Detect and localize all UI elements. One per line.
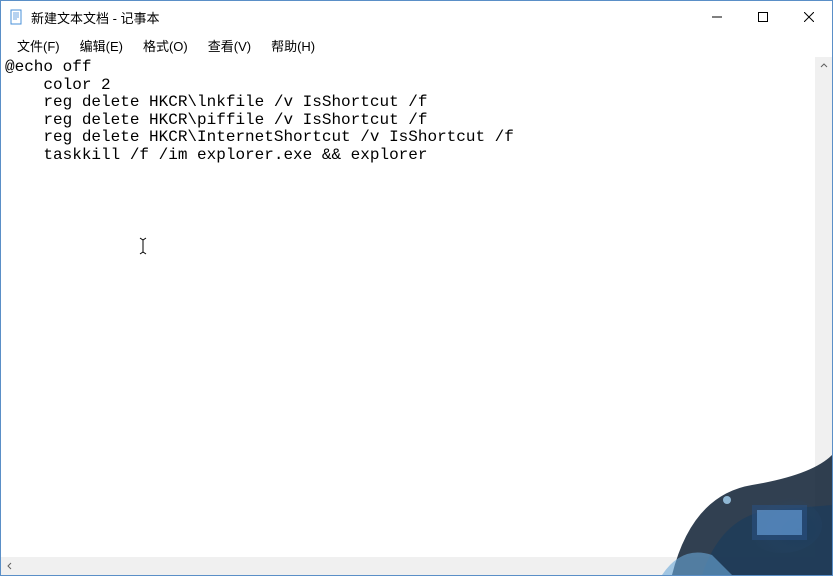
text-cursor-icon bbox=[139, 237, 140, 253]
horizontal-scrollbar[interactable] bbox=[1, 557, 815, 575]
menu-view[interactable]: 查看(V) bbox=[200, 34, 259, 57]
title-bar[interactable]: 新建文本文档 - 记事本 bbox=[1, 1, 832, 33]
maximize-button[interactable] bbox=[740, 1, 786, 33]
menu-edit[interactable]: 编辑(E) bbox=[72, 34, 131, 57]
minimize-button[interactable] bbox=[694, 1, 740, 33]
menu-file[interactable]: 文件(F) bbox=[9, 34, 68, 57]
text-editor[interactable]: @echo off color 2 reg delete HKCR\lnkfil… bbox=[1, 57, 832, 167]
window-controls bbox=[694, 1, 832, 33]
menu-help[interactable]: 帮助(H) bbox=[263, 34, 323, 57]
scroll-up-icon[interactable] bbox=[815, 57, 832, 74]
menu-bar: 文件(F) 编辑(E) 格式(O) 查看(V) 帮助(H) bbox=[1, 33, 832, 57]
scroll-left-icon[interactable] bbox=[1, 557, 18, 574]
close-button[interactable] bbox=[786, 1, 832, 33]
scroll-corner bbox=[815, 557, 832, 575]
title-left: 新建文本文档 - 记事本 bbox=[9, 8, 160, 27]
menu-format[interactable]: 格式(O) bbox=[135, 34, 196, 57]
window-title: 新建文本文档 - 记事本 bbox=[31, 8, 160, 27]
notepad-icon bbox=[9, 9, 25, 25]
content-area: @echo off color 2 reg delete HKCR\lnkfil… bbox=[1, 57, 832, 575]
notepad-window: 新建文本文档 - 记事本 文件(F) 编辑(E) 格式(O) 查看(V) 帮助(… bbox=[0, 0, 833, 576]
vertical-scrollbar[interactable] bbox=[815, 57, 832, 557]
